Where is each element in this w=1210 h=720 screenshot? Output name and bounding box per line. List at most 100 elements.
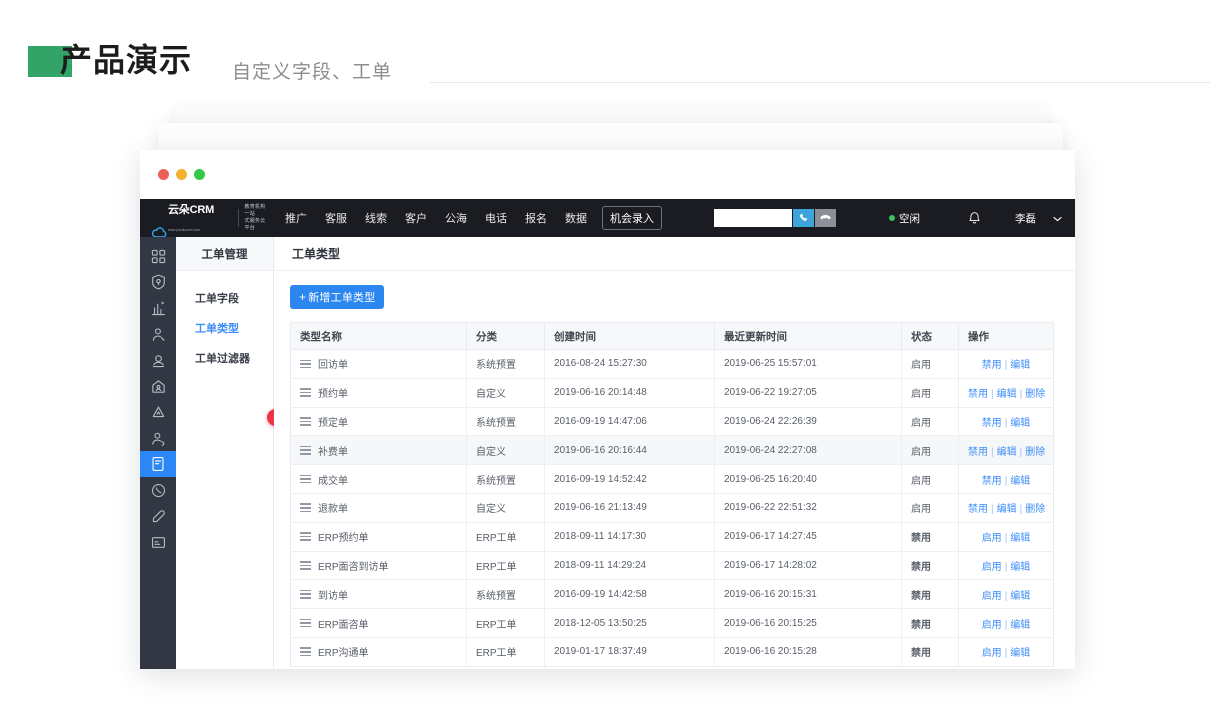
action-link-delete[interactable]: 删除 <box>1025 389 1045 400</box>
window-maximize-dot[interactable] <box>194 169 205 180</box>
rail-item-call[interactable] <box>140 477 176 503</box>
chevron-down-icon[interactable] <box>1053 209 1062 227</box>
table-row[interactable]: 补费单 自定义 2019-06-16 20:16:44 2019-06-24 22:2… <box>290 435 1054 466</box>
drag-handle-icon[interactable] <box>300 417 311 426</box>
action-link-enable[interactable]: 启用 <box>982 648 1002 659</box>
action-link-edit[interactable]: 编辑 <box>1010 533 1030 544</box>
action-link-edit[interactable]: 编辑 <box>997 447 1017 458</box>
table-row[interactable]: ERP面咨到访单 ERP工单 2018-09-11 14:29:24 2019-06-… <box>290 551 1054 581</box>
cell-updated: 2019-06-22 19:27:05 <box>714 378 902 408</box>
bell-icon[interactable] <box>961 205 987 231</box>
action-link-edit[interactable]: 编辑 <box>1010 476 1030 487</box>
rail-item-edit[interactable] <box>140 503 176 529</box>
action-link-disable[interactable]: 禁用 <box>982 360 1002 371</box>
drag-handle-icon[interactable] <box>300 589 311 599</box>
action-link-disable[interactable]: 禁用 <box>982 476 1002 487</box>
submenu-item-types[interactable]: 工单类型 <box>176 313 273 343</box>
action-link-edit[interactable]: 编辑 <box>1010 591 1030 602</box>
cell-type-name: 预约单 <box>290 378 467 408</box>
rail-item-staff[interactable] <box>140 425 176 451</box>
action-link-enable[interactable]: 启用 <box>982 562 1002 573</box>
nav-item-leads[interactable]: 线索 <box>356 210 396 226</box>
action-link-disable[interactable]: 禁用 <box>982 418 1002 429</box>
col-header-updated: 最近更新时间 <box>714 322 902 350</box>
cell-created: 2018-09-11 14:17:30 <box>544 522 715 552</box>
action-link-delete[interactable]: 删除 <box>1025 447 1045 458</box>
action-link-enable[interactable]: 启用 <box>982 620 1002 631</box>
nav-item-phone[interactable]: 电话 <box>476 210 516 226</box>
rail-item-security[interactable] <box>140 269 176 295</box>
action-link-disable[interactable]: 禁用 <box>968 504 988 515</box>
brand-tagline-2: 式服务云平台 <box>244 218 266 231</box>
brand-logo[interactable]: 云朵CRM www.yunduocrm.com 教育机构一站 式服务云平台 <box>151 200 270 238</box>
action-link-edit[interactable]: 编辑 <box>997 504 1017 515</box>
nav-item-data[interactable]: 数据 <box>556 210 596 226</box>
nav-item-customers[interactable]: 客户 <box>396 210 436 226</box>
table-row[interactable]: 到访单 系统预置 2016-09-19 14:42:58 2019-06-16 20:… <box>290 579 1054 610</box>
action-link-disable[interactable]: 禁用 <box>968 389 988 400</box>
phone-hangup-icon[interactable] <box>815 209 836 227</box>
rail-item-work-order[interactable] <box>140 451 176 477</box>
rail-item-leads[interactable] <box>140 321 176 347</box>
rail-item-customers[interactable] <box>140 347 176 373</box>
cell-actions: 禁用 | 编辑 <box>958 349 1054 379</box>
window-titlebar <box>140 150 1075 199</box>
action-link-enable[interactable]: 启用 <box>982 591 1002 602</box>
drag-handle-icon[interactable] <box>300 561 311 570</box>
action-link-edit[interactable]: 编辑 <box>997 389 1017 400</box>
work-order-type-table: 类型名称 分类 创建时间 最近更新时间 状态 操作 回访单 系统预置 2016-08… <box>290 322 1054 667</box>
action-link-edit[interactable]: 编辑 <box>1010 562 1030 573</box>
rail-item-analytics[interactable] <box>140 295 176 321</box>
brand-divider <box>237 209 239 227</box>
drag-handle-icon[interactable] <box>300 618 311 628</box>
type-name-label: ERP沟通单 <box>318 648 369 660</box>
action-link-edit[interactable]: 编辑 <box>1010 620 1030 631</box>
dial-input[interactable] <box>714 209 792 227</box>
nav-item-service[interactable]: 客服 <box>316 210 356 226</box>
submenu-item-fields[interactable]: 工单字段 <box>176 283 273 313</box>
rail-item-public-sea[interactable] <box>140 373 176 399</box>
submenu-item-filters[interactable]: 工单过滤器 <box>176 343 273 373</box>
drag-handle-icon[interactable] <box>300 388 311 398</box>
action-link-delete[interactable]: 删除 <box>1025 504 1045 515</box>
action-separator: | <box>1019 389 1023 401</box>
action-link-edit[interactable]: 编辑 <box>1010 418 1030 429</box>
window-close-dot[interactable] <box>158 169 169 180</box>
col-header-created: 创建时间 <box>544 322 715 350</box>
table-row[interactable]: 回访单 系统预置 2016-08-24 15:27:30 2019-06-25 15:… <box>290 349 1054 379</box>
drag-handle-icon[interactable] <box>300 445 311 455</box>
rail-item-card[interactable] <box>140 529 176 555</box>
rail-item-recycle[interactable] <box>140 399 176 425</box>
status-badge: 禁用 <box>901 522 959 552</box>
action-link-enable[interactable]: 启用 <box>982 533 1002 544</box>
agent-status[interactable]: 空闲 <box>889 211 920 226</box>
drag-handle-icon[interactable] <box>300 359 311 369</box>
drag-handle-icon[interactable] <box>300 474 311 484</box>
opportunity-entry-button[interactable]: 机会录入 <box>602 206 662 230</box>
nav-item-public-sea[interactable]: 公海 <box>436 210 476 226</box>
drag-handle-icon[interactable] <box>300 647 311 657</box>
table-row[interactable]: ERP面咨单 ERP工单 2018-12-05 13:50:25 2019-06-16… <box>290 608 1054 638</box>
cell-actions: 启用 | 编辑 <box>958 637 1054 667</box>
type-name-label: 到访单 <box>318 590 348 602</box>
drag-handle-icon[interactable] <box>300 503 311 513</box>
phone-icon[interactable] <box>793 209 814 227</box>
action-link-edit[interactable]: 编辑 <box>1010 360 1030 371</box>
table-row[interactable]: 成交单 系统预置 2016-09-19 14:52:42 2019-06-25 16:… <box>290 464 1054 494</box>
rail-item-dashboard[interactable] <box>140 243 176 269</box>
action-separator: | <box>991 389 994 401</box>
drag-handle-icon[interactable] <box>300 532 311 542</box>
nav-item-promotion[interactable]: 推广 <box>276 210 316 226</box>
table-row[interactable]: 预约单 自定义 2019-06-16 20:14:48 2019-06-22 19:2… <box>290 378 1054 408</box>
add-work-order-type-button[interactable]: + 新增工单类型 <box>290 285 385 309</box>
table-row[interactable]: ERP沟通单 ERP工单 2019-01-17 18:37:49 2019-06-16… <box>290 637 1054 667</box>
cell-updated: 2019-06-24 22:26:39 <box>714 407 902 437</box>
window-minimize-dot[interactable] <box>176 169 187 180</box>
table-row[interactable]: 退款单 自定义 2019-06-16 21:13:49 2019-06-22 22:5… <box>290 493 1054 523</box>
table-row[interactable]: ERP预约单 ERP工单 2018-09-11 14:17:30 2019-06-17… <box>290 522 1054 552</box>
action-link-edit[interactable]: 编辑 <box>1010 648 1030 659</box>
nav-item-enroll[interactable]: 报名 <box>516 210 556 226</box>
user-name[interactable]: 李磊 <box>1015 211 1036 226</box>
table-row[interactable]: 预定单 系统预置 2016-09-19 14:47:06 2019-06-24 22:… <box>290 407 1054 437</box>
action-link-disable[interactable]: 禁用 <box>968 447 988 458</box>
